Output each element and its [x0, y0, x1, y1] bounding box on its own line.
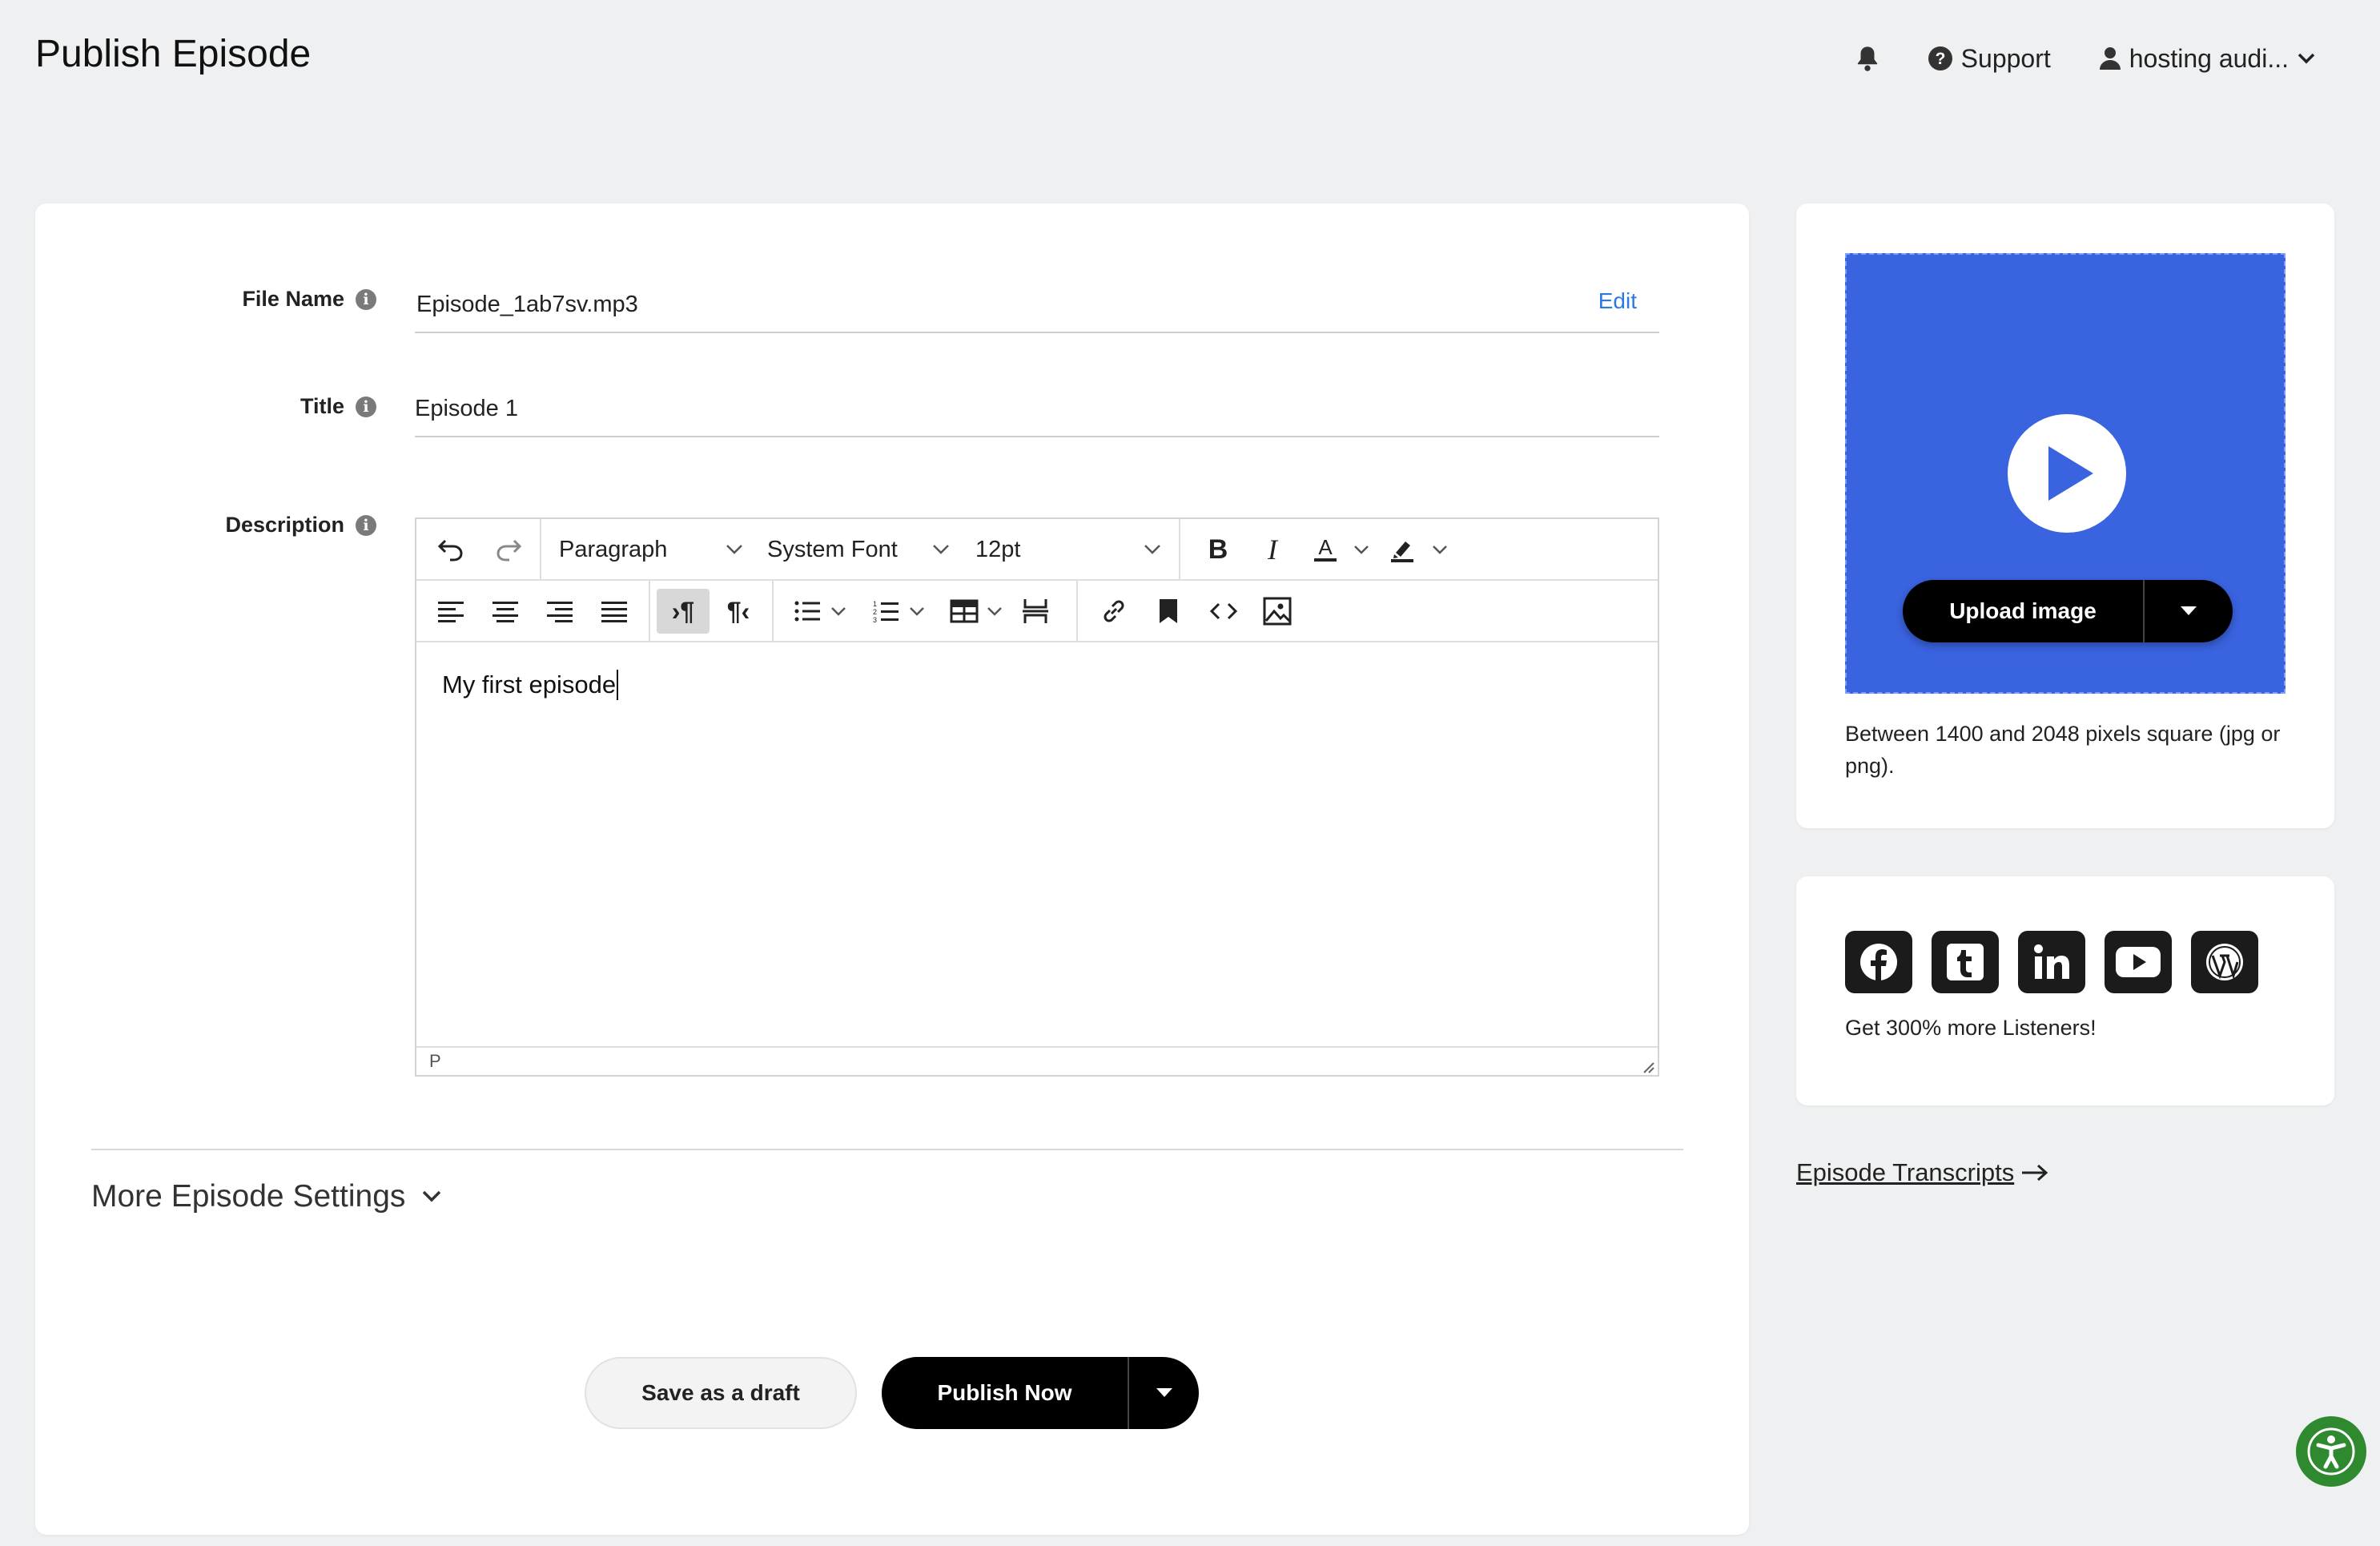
- chevron-down-icon[interactable]: [1140, 527, 1164, 572]
- bell-icon[interactable]: [1855, 45, 1879, 72]
- highlight-icon[interactable]: [1382, 527, 1422, 572]
- support-label: Support: [1960, 43, 2051, 73]
- upload-image-button[interactable]: Upload image: [1903, 580, 2143, 642]
- svg-text:1: 1: [873, 600, 877, 608]
- undo-icon[interactable]: [431, 527, 471, 572]
- caret-down-icon: [2181, 606, 2197, 616]
- bullet-list-icon[interactable]: [788, 589, 826, 634]
- font-family-select[interactable]: System Font: [767, 527, 898, 572]
- description-editor: Paragraph System Font 12pt B I A ›¶ ¶‹ 1…: [415, 517, 1659, 1077]
- text-cursor: [617, 670, 619, 700]
- bold-icon[interactable]: B: [1198, 527, 1238, 572]
- account-menu[interactable]: hosting audi...: [2099, 44, 2316, 74]
- artwork-preview[interactable]: Upload image: [1845, 253, 2286, 694]
- chevron-down-icon[interactable]: [983, 589, 1006, 634]
- svg-text:?: ?: [1935, 50, 1945, 68]
- info-icon[interactable]: i: [356, 514, 376, 536]
- editor-status-bar: P: [416, 1046, 1658, 1075]
- upload-options-button[interactable]: [2145, 580, 2233, 642]
- info-icon[interactable]: i: [356, 396, 376, 417]
- support-link[interactable]: ? Support: [1928, 44, 2051, 74]
- publish-button-group: Publish Now: [882, 1357, 1199, 1429]
- save-draft-button[interactable]: Save as a draft: [585, 1357, 857, 1429]
- resize-handle-icon[interactable]: [1640, 1059, 1654, 1073]
- rtl-direction-icon[interactable]: ¶‹: [718, 589, 759, 634]
- align-justify-icon[interactable]: [594, 589, 634, 634]
- play-icon: [2008, 414, 2126, 533]
- chevron-down-icon[interactable]: [905, 589, 929, 634]
- publish-options-button[interactable]: [1129, 1357, 1199, 1429]
- accessibility-icon: [2307, 1427, 2355, 1476]
- chevron-down-icon[interactable]: [722, 527, 746, 572]
- arrow-right-icon: [2020, 1163, 2049, 1182]
- user-icon: [2099, 46, 2121, 70]
- bookmark-icon[interactable]: [1148, 589, 1188, 634]
- file-name-label: File Name i: [32, 287, 376, 312]
- editor-toolbar-row-2: ›¶ ¶‹ 123: [416, 581, 1658, 642]
- svg-text:A: A: [1318, 535, 1333, 559]
- wordpress-icon[interactable]: [2191, 931, 2258, 993]
- font-size-value: 12pt: [975, 536, 1021, 562]
- element-path: P: [429, 1051, 441, 1071]
- ltr-direction-icon[interactable]: ›¶: [657, 589, 710, 634]
- file-name-value: Episode_1ab7sv.mp3: [416, 292, 638, 317]
- upload-image-button-group: Upload image: [1903, 580, 2233, 642]
- account-name: hosting audi...: [2129, 43, 2289, 73]
- description-text: My first episode: [442, 670, 617, 699]
- chevron-down-icon: [421, 1190, 442, 1204]
- image-icon[interactable]: [1257, 589, 1297, 634]
- youtube-icon[interactable]: [2105, 931, 2172, 993]
- accessibility-button[interactable]: [2296, 1416, 2366, 1487]
- chevron-down-icon[interactable]: [1429, 527, 1451, 572]
- episode-transcripts-link[interactable]: Episode Transcripts: [1796, 1158, 2049, 1187]
- help-circle-icon: ?: [1928, 46, 1953, 71]
- align-left-icon[interactable]: [431, 589, 471, 634]
- transcripts-label: Episode Transcripts: [1796, 1158, 2015, 1186]
- link-icon[interactable]: [1094, 589, 1134, 634]
- more-settings-toggle[interactable]: More Episode Settings: [91, 1179, 442, 1214]
- social-promo-text: Get 300% more Listeners!: [1845, 1016, 2097, 1040]
- align-right-icon[interactable]: [540, 589, 580, 634]
- italic-icon[interactable]: I: [1252, 527, 1293, 572]
- chevron-down-icon: [2297, 52, 2316, 65]
- facebook-icon[interactable]: [1845, 931, 1912, 993]
- svg-text:2: 2: [873, 608, 877, 616]
- code-view-icon[interactable]: [1201, 589, 1246, 634]
- svg-text:3: 3: [873, 616, 877, 623]
- page-break-icon[interactable]: [1015, 589, 1055, 634]
- social-icons: [1845, 931, 2258, 993]
- description-label: Description i: [32, 513, 376, 537]
- page-title: Publish Episode: [35, 33, 312, 75]
- block-format-select[interactable]: Paragraph: [559, 527, 667, 572]
- section-divider: [91, 1149, 1683, 1150]
- linkedin-icon[interactable]: [2018, 931, 2085, 993]
- chevron-down-icon[interactable]: [1350, 527, 1373, 572]
- numbered-list-icon[interactable]: 123: [866, 589, 905, 634]
- table-icon[interactable]: [945, 589, 983, 634]
- font-size-select[interactable]: 12pt: [975, 527, 1020, 572]
- editor-toolbar-row-1: Paragraph System Font 12pt B I A: [416, 519, 1658, 581]
- info-icon[interactable]: i: [356, 288, 376, 310]
- align-center-icon[interactable]: [485, 589, 525, 634]
- artwork-hint: Between 1400 and 2048 pixels square (jpg…: [1845, 722, 2281, 778]
- editor-content[interactable]: My first episode: [442, 670, 619, 700]
- redo-icon[interactable]: [488, 527, 529, 572]
- block-format-value: Paragraph: [559, 536, 668, 562]
- title-value: Episode 1: [415, 396, 518, 421]
- top-navigation: ? Support hosting audi...: [1855, 40, 2316, 77]
- title-input[interactable]: Episode 1: [415, 389, 1659, 437]
- font-family-value: System Font: [767, 536, 898, 562]
- file-name-edit-link[interactable]: Edit: [1598, 288, 1637, 314]
- text-color-icon[interactable]: A: [1305, 527, 1345, 572]
- chevron-down-icon[interactable]: [929, 527, 953, 572]
- chevron-down-icon[interactable]: [826, 589, 850, 634]
- file-name-field[interactable]: Episode_1ab7sv.mp3 Edit: [415, 285, 1659, 333]
- tumblr-icon[interactable]: [1932, 931, 1999, 993]
- more-settings-label: More Episode Settings: [91, 1179, 406, 1214]
- publish-now-button[interactable]: Publish Now: [882, 1357, 1128, 1429]
- caret-down-icon: [1156, 1388, 1172, 1398]
- title-label: Title i: [32, 394, 376, 419]
